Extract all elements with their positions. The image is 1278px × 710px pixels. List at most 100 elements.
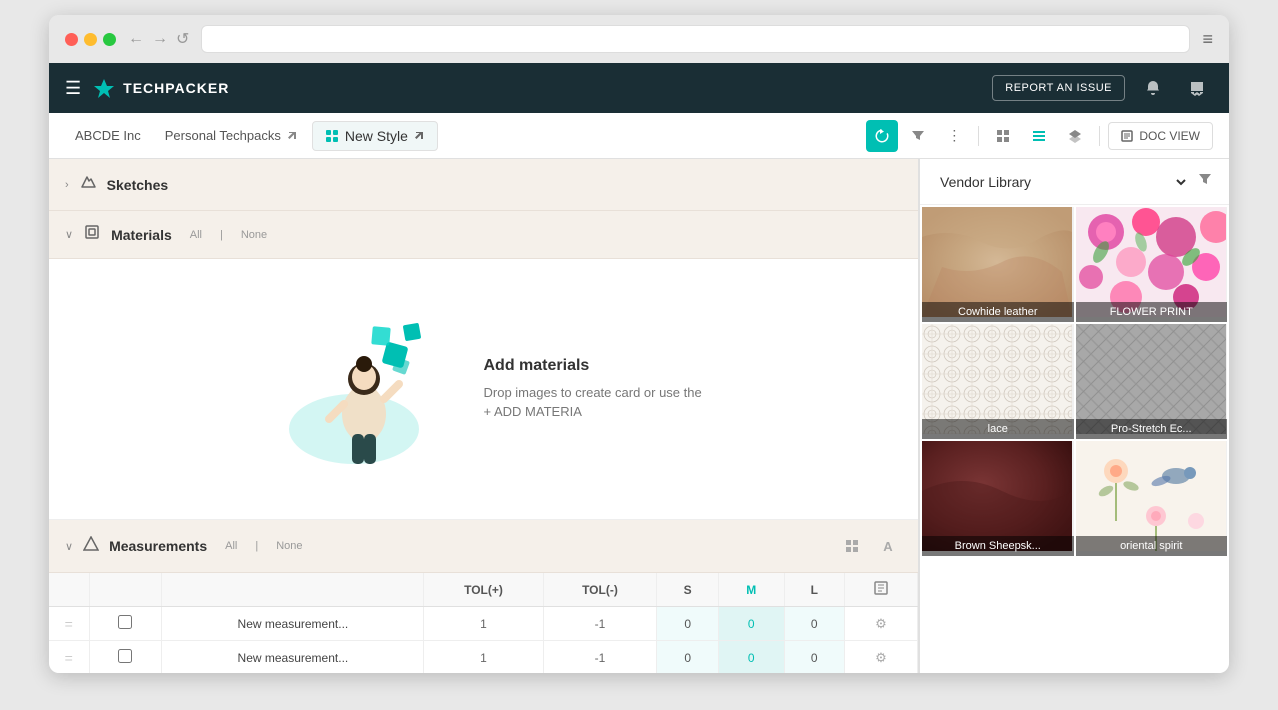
row-l-2: 0 xyxy=(784,641,845,674)
row-gear-1[interactable]: ⚙ xyxy=(875,616,887,631)
sketches-section-header[interactable]: › Sketches xyxy=(49,159,918,211)
tab-new-style[interactable]: New Style xyxy=(312,121,438,151)
maximize-button[interactable] xyxy=(103,33,116,46)
table-row: = New measurement... 1 -1 0 0 0 ⚙ xyxy=(49,641,918,674)
row-checkbox-1[interactable] xyxy=(118,615,132,629)
measurements-filter-none[interactable]: None xyxy=(276,540,302,552)
illustration xyxy=(264,299,464,479)
measurements-actions: A xyxy=(838,532,902,560)
measurements-title: Measurements xyxy=(109,538,207,554)
breadcrumb-techpacks[interactable]: Personal Techpacks xyxy=(155,122,308,149)
row-name-1[interactable]: New measurement... xyxy=(162,607,424,641)
grid-view-button[interactable] xyxy=(987,120,1019,152)
measurements-text-icon[interactable]: A xyxy=(874,532,902,560)
report-issue-button[interactable]: REPORT AN ISSUE xyxy=(992,75,1125,101)
material-item-flower[interactable]: FLOWER PRINT xyxy=(1076,207,1228,322)
measurements-filter-all[interactable]: All xyxy=(225,540,237,552)
drag-handle[interactable]: = xyxy=(65,616,73,632)
tabs-bar: ABCDE Inc Personal Techpacks New Style ⋮ xyxy=(49,113,1229,159)
material-name-brown-sheep: Brown Sheepsk... xyxy=(922,536,1074,556)
logo-text: TECHPACKER xyxy=(123,80,229,96)
materials-filter-all[interactable]: All xyxy=(190,229,202,241)
sketches-icon xyxy=(79,173,97,196)
vendor-library-panel: Vendor Library xyxy=(919,159,1229,673)
material-grid: Cowhide leather xyxy=(920,205,1229,558)
row-gear-2[interactable]: ⚙ xyxy=(875,650,887,665)
vendor-library-header: Vendor Library xyxy=(920,159,1229,205)
material-item-oriental[interactable]: oriental spirit xyxy=(1076,441,1228,556)
materials-icon xyxy=(83,223,101,246)
close-button[interactable] xyxy=(65,33,78,46)
row-m-2: 0 xyxy=(719,641,784,674)
material-name-oriental: oriental spirit xyxy=(1076,536,1228,556)
material-name-stretch: Pro-Stretch Ec... xyxy=(1076,419,1228,439)
add-materials-description: Drop images to create card or use the + … xyxy=(484,383,704,422)
col-settings xyxy=(845,573,918,607)
hamburger-menu-icon[interactable]: ☰ xyxy=(65,78,81,99)
material-item-cowhide[interactable]: Cowhide leather xyxy=(922,207,1074,322)
measurements-grid-icon[interactable] xyxy=(838,532,866,560)
breadcrumb-company[interactable]: ABCDE Inc xyxy=(65,122,151,149)
material-item-stretch[interactable]: Pro-Stretch Ec... xyxy=(1076,324,1228,439)
row-name-2[interactable]: New measurement... xyxy=(162,641,424,674)
measurements-table: TOL(+) TOL(-) S M L = xyxy=(49,573,918,673)
add-materials-title: Add materials xyxy=(484,357,704,375)
divider2 xyxy=(1099,126,1100,146)
col-tol-plus: TOL(+) xyxy=(424,573,543,607)
row-s-2: 0 xyxy=(657,641,719,674)
material-name-flower: FLOWER PRINT xyxy=(1076,302,1228,322)
notification-bell-icon[interactable] xyxy=(1137,72,1169,104)
tabs-actions: ⋮ DOC VIEW xyxy=(866,120,1213,152)
active-tab-label: New Style xyxy=(345,128,408,144)
forward-button[interactable]: → xyxy=(152,30,168,48)
col-drag xyxy=(49,573,89,607)
materials-filter-none[interactable]: None xyxy=(241,229,267,241)
left-panel: › Sketches ∨ xyxy=(49,159,919,673)
row-tol-plus-2: 1 xyxy=(424,641,543,674)
sketches-chevron-icon: › xyxy=(65,179,69,191)
row-l-1: 0 xyxy=(784,607,845,641)
divider xyxy=(978,126,979,146)
layers-view-button[interactable] xyxy=(1059,120,1091,152)
material-name-cowhide: Cowhide leather xyxy=(922,302,1074,322)
list-view-button[interactable] xyxy=(1023,120,1055,152)
materials-chevron-icon: ∨ xyxy=(65,228,73,241)
back-button[interactable]: ← xyxy=(128,30,144,48)
logo-icon xyxy=(93,77,115,99)
minimize-button[interactable] xyxy=(84,33,97,46)
col-m: M xyxy=(719,573,784,607)
filter-icon-button[interactable] xyxy=(902,120,934,152)
sketches-title: Sketches xyxy=(107,177,168,193)
material-name-lace: lace xyxy=(922,419,1074,439)
doc-view-button[interactable]: DOC VIEW xyxy=(1108,122,1213,150)
col-name xyxy=(162,573,424,607)
materials-title: Materials xyxy=(111,227,172,243)
row-checkbox-2[interactable] xyxy=(118,649,132,663)
vendor-filter-icon[interactable] xyxy=(1197,171,1213,192)
browser-menu-button[interactable]: ≡ xyxy=(1202,29,1213,50)
measurements-filter-pipe: | xyxy=(255,540,258,552)
more-options-button[interactable]: ⋮ xyxy=(938,120,970,152)
refresh-icon-button[interactable] xyxy=(866,120,898,152)
address-bar[interactable] xyxy=(201,25,1190,53)
logo-area: TECHPACKER xyxy=(93,77,229,99)
add-materials-area: Add materials Drop images to create card… xyxy=(49,259,918,520)
row-m-1: 0 xyxy=(719,607,784,641)
material-item-brown-sheep[interactable]: Brown Sheepsk... xyxy=(922,441,1074,556)
traffic-lights xyxy=(65,33,116,46)
col-s: S xyxy=(657,573,719,607)
browser-navigation: ← → ↺ xyxy=(128,29,189,49)
messages-icon[interactable] xyxy=(1181,72,1213,104)
col-l: L xyxy=(784,573,845,607)
col-tol-minus: TOL(-) xyxy=(543,573,657,607)
materials-filter-pipe: | xyxy=(220,229,223,241)
reload-button[interactable]: ↺ xyxy=(176,29,189,49)
measurements-chevron-icon: ∨ xyxy=(65,540,73,553)
drag-handle-2[interactable]: = xyxy=(65,650,73,666)
row-tol-minus-1: -1 xyxy=(543,607,657,641)
vendor-library-select[interactable]: Vendor Library xyxy=(936,173,1189,191)
measurements-section-header[interactable]: ∨ Measurements All | None A xyxy=(49,520,918,573)
materials-section-header[interactable]: ∨ Materials All | None xyxy=(49,211,918,259)
material-item-lace[interactable]: lace xyxy=(922,324,1074,439)
row-s-1: 0 xyxy=(657,607,719,641)
